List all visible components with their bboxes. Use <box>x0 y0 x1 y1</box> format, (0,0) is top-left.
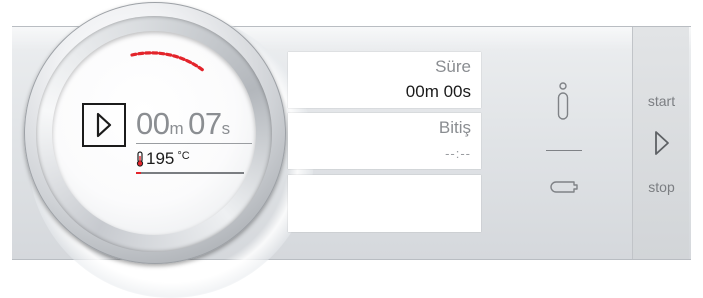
temperature-unit: °C <box>177 150 190 162</box>
play-button[interactable] <box>82 103 126 147</box>
duration-value: 00m 00s <box>405 82 471 101</box>
timer-readout: 00m 07s <box>136 106 256 144</box>
play-outline-icon <box>96 112 112 138</box>
end-time-value: --:-- <box>445 146 471 161</box>
end-time-field[interactable]: Bitiş --:-- <box>288 113 481 169</box>
thermometer-icon <box>136 151 144 167</box>
end-time-label: Bitiş <box>438 118 471 137</box>
timer-seconds-unit: s <box>221 119 231 138</box>
key-icon[interactable] <box>548 178 580 196</box>
stop-label: stop <box>648 179 675 195</box>
start-label: start <box>647 93 676 109</box>
temperature-readout: 195 °C <box>136 148 190 170</box>
start-stop-panel[interactable]: start stop <box>632 27 689 259</box>
timer-minutes: 00 <box>136 106 170 141</box>
duration-field[interactable]: Süre 00m 00s <box>288 52 481 108</box>
duration-label: Süre <box>435 57 471 76</box>
control-divider <box>546 150 582 151</box>
play-outline-icon[interactable] <box>653 129 671 157</box>
progress-fill <box>136 172 142 174</box>
temperature-value: 195 <box>146 149 175 168</box>
progress-bar <box>136 172 244 174</box>
timer-seconds: 07 <box>188 106 222 141</box>
info-icon[interactable] <box>555 81 571 121</box>
timer-minutes-unit: m <box>169 119 184 138</box>
timer-divider <box>136 143 252 144</box>
empty-field[interactable] <box>288 175 481 232</box>
